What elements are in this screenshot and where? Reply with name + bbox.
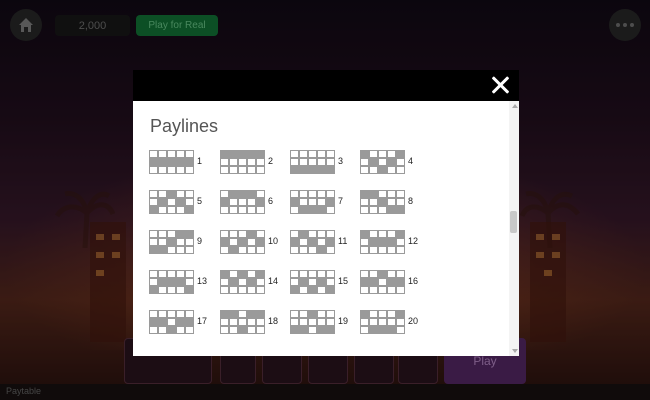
payline-diagram [148, 149, 194, 174]
payline-diagram [359, 269, 405, 294]
payline-number: 16 [408, 276, 419, 286]
payline-item: 9 [148, 229, 211, 254]
payline-item: 5 [148, 189, 211, 214]
payline-cell [325, 325, 335, 334]
close-icon[interactable] [489, 74, 511, 96]
payline-diagram [219, 149, 265, 174]
payline-item: 2 [219, 149, 282, 174]
payline-number: 11 [338, 236, 348, 246]
payline-number: 10 [268, 236, 279, 246]
payline-diagram [148, 229, 194, 254]
payline-cell [395, 245, 405, 254]
payline-number: 2 [268, 156, 274, 166]
payline-item: 3 [289, 149, 352, 174]
scroll-down-icon[interactable] [512, 349, 518, 353]
payline-number: 17 [197, 316, 208, 326]
payline-item: 14 [219, 269, 282, 294]
payline-number: 14 [268, 276, 279, 286]
payline-cell [184, 245, 194, 254]
payline-diagram [219, 229, 265, 254]
payline-number: 13 [197, 276, 208, 286]
payline-item: 12 [359, 229, 422, 254]
payline-item: 15 [289, 269, 352, 294]
payline-item: 17 [148, 309, 211, 334]
modal-body: Paylines 1 2 3 4 5 6 7 8 9 10 11 12 13 14 15 16 17 18 19 20 [133, 101, 509, 356]
payline-number: 5 [197, 196, 203, 206]
payline-cell [255, 165, 265, 174]
payline-diagram [359, 309, 405, 334]
payline-cell [184, 205, 194, 214]
payline-cell [325, 165, 335, 174]
payline-cell [325, 285, 335, 294]
payline-number: 19 [338, 316, 349, 326]
payline-diagram [289, 309, 335, 334]
paylines-modal: Paylines 1 2 3 4 5 6 7 8 9 10 11 12 13 14 15 16 17 18 19 20 [133, 70, 519, 356]
payline-cell [184, 325, 194, 334]
payline-diagram [359, 229, 405, 254]
payline-number: 4 [408, 156, 414, 166]
payline-item: 4 [359, 149, 422, 174]
payline-item: 18 [219, 309, 282, 334]
payline-diagram [289, 189, 335, 214]
modal-title: Paylines [150, 116, 219, 136]
payline-diagram [219, 309, 265, 334]
payline-diagram [219, 269, 265, 294]
payline-cell [184, 285, 194, 294]
payline-diagram [148, 189, 194, 214]
payline-cell [395, 165, 405, 174]
modal-header [133, 70, 519, 101]
payline-item: 13 [148, 269, 211, 294]
payline-diagram [219, 189, 265, 214]
payline-cell [395, 325, 405, 334]
payline-number: 20 [408, 316, 419, 326]
payline-item: 8 [359, 189, 422, 214]
payline-item: 20 [359, 309, 422, 334]
payline-item: 7 [289, 189, 352, 214]
payline-diagram [148, 309, 194, 334]
scrollbar-thumb[interactable] [510, 211, 517, 233]
payline-cell [395, 285, 405, 294]
payline-number: 12 [408, 236, 419, 246]
payline-cell [395, 205, 405, 214]
payline-number: 18 [268, 316, 279, 326]
payline-item: 11 [289, 229, 352, 254]
payline-number: 9 [197, 236, 203, 246]
payline-cell [325, 205, 335, 214]
payline-diagram [289, 149, 335, 174]
payline-diagram [359, 189, 405, 214]
payline-item: 1 [148, 149, 211, 174]
payline-cell [255, 285, 265, 294]
payline-cell [325, 245, 335, 254]
payline-diagram [289, 269, 335, 294]
payline-cell [255, 245, 265, 254]
payline-diagram [289, 229, 335, 254]
payline-number: 8 [408, 196, 414, 206]
payline-cell [184, 165, 194, 174]
scroll-up-icon[interactable] [512, 104, 518, 108]
payline-number: 6 [268, 196, 274, 206]
payline-diagram [148, 269, 194, 294]
payline-cell [255, 205, 265, 214]
payline-diagram [359, 149, 405, 174]
payline-number: 7 [338, 196, 344, 206]
payline-item: 10 [219, 229, 282, 254]
payline-number: 15 [338, 276, 349, 286]
payline-number: 1 [197, 156, 203, 166]
payline-item: 6 [219, 189, 282, 214]
payline-cell [255, 325, 265, 334]
payline-item: 19 [289, 309, 352, 334]
payline-number: 3 [338, 156, 344, 166]
payline-item: 16 [359, 269, 422, 294]
